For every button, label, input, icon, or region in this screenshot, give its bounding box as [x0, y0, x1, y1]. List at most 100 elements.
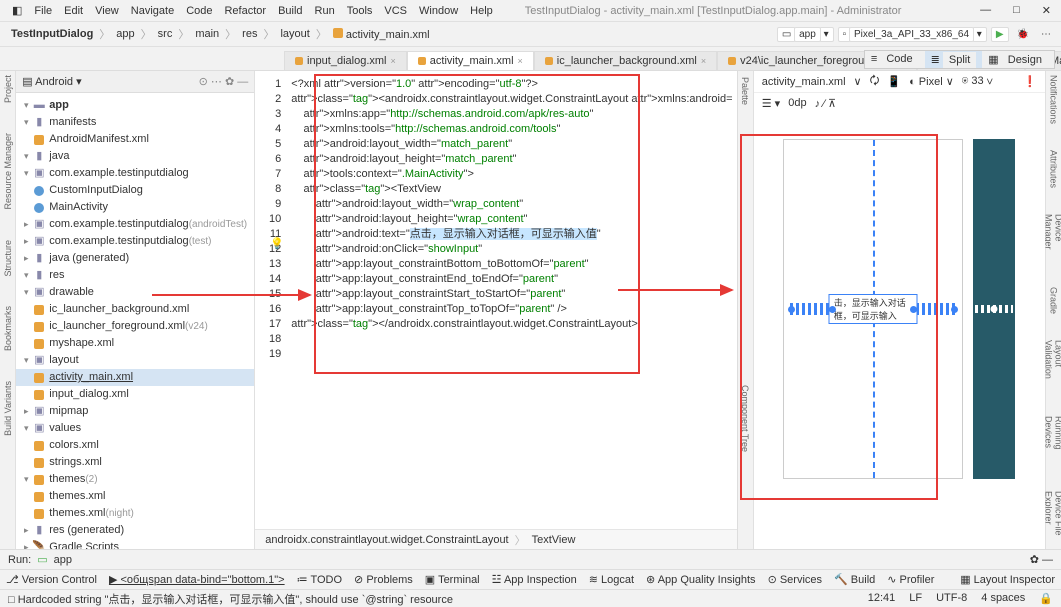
tool-terminal[interactable]: ▣ Terminal — [425, 573, 480, 586]
preview-blueprint[interactable] — [973, 139, 1015, 479]
tool-layout-validation[interactable]: Layout Validation — [1043, 340, 1061, 389]
close-button[interactable]: ✕ — [1036, 2, 1057, 19]
menu-view[interactable]: View — [89, 3, 125, 19]
menu-refactor[interactable]: Refactor — [218, 3, 272, 19]
crumb-main[interactable]: main — [190, 26, 224, 42]
tool-run[interactable]: ▶ <общspan data-bind="bottom.1"> — [109, 573, 285, 586]
preview-phone-icon[interactable]: 📱 — [887, 75, 901, 88]
crumb-src[interactable]: src — [153, 26, 178, 42]
menu-navigate[interactable]: Navigate — [125, 3, 180, 19]
menu-file[interactable]: File — [28, 3, 58, 19]
tool-todo[interactable]: ≔ TODO — [297, 573, 342, 586]
minimize-button[interactable]: — — [974, 2, 997, 19]
tab-activity-main[interactable]: activity_main.xml× — [407, 51, 534, 70]
tool-component-tree[interactable]: Component Tree — [740, 385, 750, 452]
close-icon[interactable]: × — [701, 56, 706, 66]
line-gutter: 12345678910111213141516171819 — [255, 71, 287, 549]
status-caret-pos[interactable]: 12:41 — [868, 592, 896, 605]
right-tool-strip: Notifications Attributes Device Manager … — [1045, 71, 1061, 549]
preview-api[interactable]: ⍟ 33 ∨ — [962, 75, 993, 88]
view-mode-split[interactable]: ≣ Split — [925, 51, 983, 68]
run-tool-window-header[interactable]: Run: ▭ app ✿ — — [0, 549, 1061, 569]
more-actions[interactable]: ⋯ — [1037, 28, 1055, 41]
crumb-app[interactable]: app — [111, 26, 139, 42]
status-encoding[interactable]: UTF-8 — [936, 592, 967, 605]
code-editor[interactable]: 12345678910111213141516171819 💡 <?xml at… — [255, 71, 736, 549]
tool-attributes[interactable]: Attributes — [1048, 150, 1058, 188]
editor-view-mode: ≡ Code ≣ Split ▦ Design — [864, 50, 1055, 69]
crumb-layout[interactable]: layout — [275, 26, 314, 42]
tool-resource-manager[interactable]: Resource Manager — [3, 133, 13, 210]
tool-layout-inspector[interactable]: ▦ Layout Inspector — [960, 573, 1055, 586]
tool-build[interactable]: 🔨 Build — [834, 573, 875, 586]
tool-logcat[interactable]: ≋ Logcat — [589, 573, 634, 586]
preview-file[interactable]: activity_main.xml — [762, 76, 846, 88]
status-lock-icon[interactable]: 🔒 — [1039, 592, 1053, 605]
preview-extra[interactable]: ♪ ∕ ⊼ — [815, 97, 837, 110]
menu-build[interactable]: Build — [272, 3, 308, 19]
code-area[interactable]: 💡 <?xml attr">version="1.0" attr">encodi… — [287, 71, 736, 549]
status-indent[interactable]: 4 spaces — [981, 592, 1025, 605]
navigation-bar: TestInputDialog〉 app〉 src〉 main〉 res〉 la… — [0, 22, 1061, 47]
tool-gradle[interactable]: Gradle — [1048, 287, 1058, 314]
project-tool-window: ▤ Android ▾ ⊙ ⋯ ✿ — ▾▬app ▾▮manifests And… — [16, 71, 255, 549]
palette-tool-strip: Palette Component Tree — [737, 71, 753, 549]
preview-canvas[interactable]: 击，显示输入对话框，可显示输入 — [783, 139, 963, 479]
main-menu-bar: ◧ File Edit View Navigate Code Refactor … — [0, 0, 1061, 22]
preview-error-icon[interactable]: ❗ — [1023, 75, 1037, 88]
tool-quality[interactable]: ⊛ App Quality Insights — [646, 573, 756, 586]
tool-structure[interactable]: Structure — [3, 240, 13, 277]
status-bar: □ Hardcoded string "点击，显示输入对话框，可显示输入值", … — [0, 589, 1061, 607]
layout-preview: activity_main.xml∨ 🗘 📱 ◐ Pixel ∨ ⍟ 33 ∨ … — [753, 71, 1045, 549]
menu-vcs[interactable]: VCS — [378, 3, 413, 19]
menu-code[interactable]: Code — [180, 3, 218, 19]
tool-device-file-explorer[interactable]: Device File Explorer — [1043, 491, 1061, 549]
run-config-selector[interactable]: ▭ app ▾ — [777, 27, 834, 42]
preview-device[interactable]: ◐ Pixel ∨ — [909, 75, 954, 88]
preview-textview[interactable]: 击，显示输入对话框，可显示输入 — [829, 294, 918, 324]
debug-button[interactable]: 🐞 — [1013, 28, 1033, 41]
tool-build-variants[interactable]: Build Variants — [3, 381, 13, 436]
bottom-tool-strip: ⎇ Version Control ▶ <общspan data-bind="… — [0, 569, 1061, 589]
app-icon: ◧ — [6, 2, 28, 19]
tool-bookmarks[interactable]: Bookmarks — [3, 306, 13, 351]
tab-input-dialog[interactable]: input_dialog.xml× — [284, 51, 407, 70]
tool-device-manager[interactable]: Device Manager — [1043, 214, 1061, 261]
view-mode-code[interactable]: ≡ Code — [865, 51, 925, 68]
tool-profiler[interactable]: ∿ Profiler — [887, 573, 934, 586]
status-line-sep[interactable]: LF — [909, 592, 922, 605]
menu-tools[interactable]: Tools — [341, 3, 379, 19]
intention-bulb-icon[interactable]: 💡 — [270, 237, 284, 252]
crumb-res[interactable]: res — [237, 26, 262, 42]
editor-breadcrumb[interactable]: androidx.constraintlayout.widget.Constra… — [255, 529, 736, 549]
menu-edit[interactable]: Edit — [58, 3, 89, 19]
device-selector[interactable]: ▫ Pixel_3a_API_33_x86_64 ▾ — [838, 27, 987, 42]
close-icon[interactable]: × — [518, 56, 523, 66]
view-mode-design[interactable]: ▦ Design — [982, 51, 1054, 68]
menu-help[interactable]: Help — [464, 3, 499, 19]
tool-notifications[interactable]: Notifications — [1048, 75, 1058, 124]
tool-services[interactable]: ⊙ Services — [768, 573, 822, 586]
menu-window[interactable]: Window — [413, 3, 464, 19]
tool-running-devices[interactable]: Running Devices — [1043, 416, 1061, 465]
tool-palette[interactable]: Palette — [740, 77, 750, 105]
project-settings-icon[interactable]: ⊙ ⋯ ✿ — — [199, 75, 249, 88]
tool-app-inspection[interactable]: ☳ App Inspection — [492, 573, 577, 586]
preview-rotate-icon[interactable]: 🗘 — [870, 72, 880, 91]
tool-problems[interactable]: ⊘ Problems — [354, 573, 413, 586]
preview-odp[interactable]: 0dp — [788, 97, 806, 109]
tab-ic-launcher-bg[interactable]: ic_launcher_background.xml× — [534, 51, 717, 70]
crumb-file[interactable]: activity_main.xml — [328, 26, 435, 43]
menu-run[interactable]: Run — [309, 3, 341, 19]
maximize-button[interactable]: □ — [1007, 2, 1026, 19]
tree-item-activity-main[interactable]: activity_main.xml — [16, 369, 254, 386]
tool-project[interactable]: Project — [3, 75, 13, 103]
project-tree[interactable]: ▾▬app ▾▮manifests AndroidManifest.xml ▾▮… — [16, 93, 254, 549]
close-icon[interactable]: × — [391, 56, 396, 66]
project-view-selector[interactable]: ▤ Android ▾ — [22, 75, 81, 88]
tool-version-control[interactable]: ⎇ Version Control — [6, 573, 97, 586]
status-message: □ Hardcoded string "点击，显示输入对话框，可显示输入值", … — [8, 591, 453, 607]
crumb-project[interactable]: TestInputDialog — [6, 26, 98, 42]
run-button[interactable]: ▶ — [991, 27, 1009, 42]
preview-options[interactable]: ☰ ▾ — [762, 97, 780, 110]
